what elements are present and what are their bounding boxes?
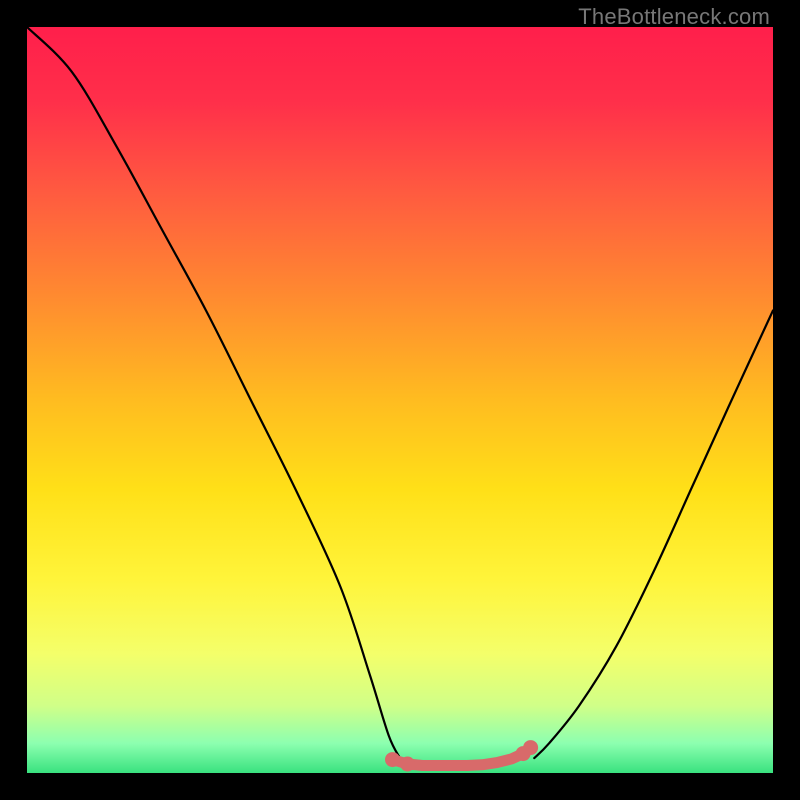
chart-frame: TheBottleneck.com (0, 0, 800, 800)
plot-area (27, 27, 773, 773)
background-gradient (27, 27, 773, 773)
